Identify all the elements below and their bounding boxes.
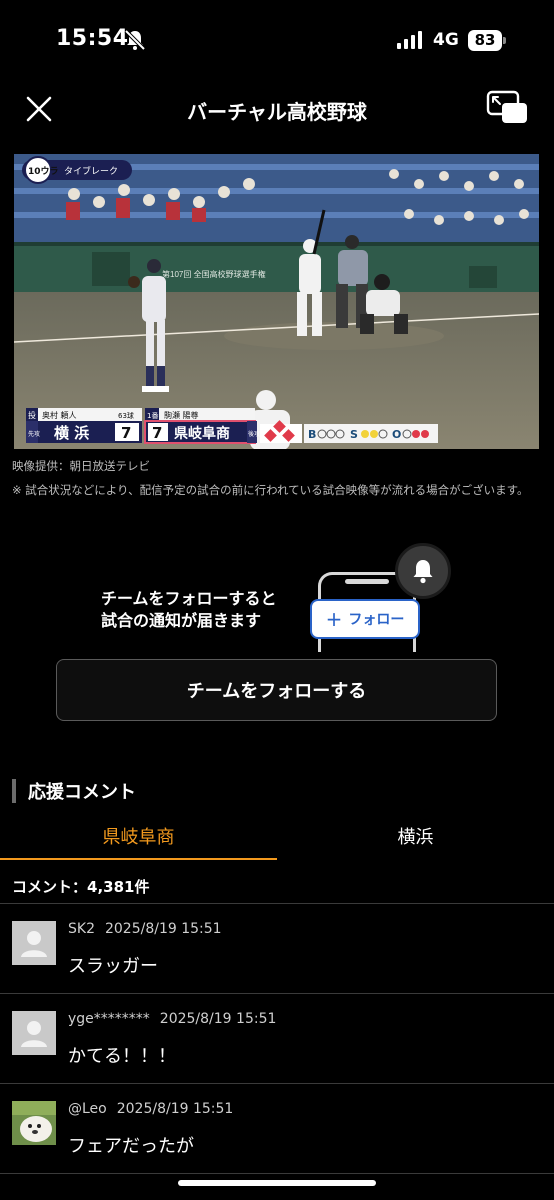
section-accent-bar: [12, 779, 16, 803]
follow-pill-label: フォロー: [348, 612, 405, 628]
out-label: O: [392, 428, 401, 441]
pitcher-tag: 投: [28, 410, 36, 420]
comment-item: @Leo 2025/8/19 15:51 フェアだったが: [0, 1084, 554, 1174]
battery-tip: [503, 37, 506, 44]
baseball-broadcast-frame: 第107回 全国高校野球選手権 10ウラ タイブレーク 投 奥村 頼人 63球 …: [14, 154, 539, 449]
default-avatar-icon: [12, 921, 56, 965]
comment-text: フェアだったが: [68, 1136, 194, 1157]
battery-icon: 83: [468, 30, 502, 51]
home-score: 7: [152, 424, 162, 442]
away-score: 7: [121, 424, 131, 442]
tiebreak-label: タイブレーク: [64, 165, 118, 177]
wall-banner-text: 第107回 全国高校野球選手権: [162, 269, 266, 279]
picture-in-picture-icon[interactable]: [485, 89, 529, 125]
comment-meta: yge******** 2025/8/19 15:51: [68, 1011, 276, 1027]
header: バーチャル高校野球: [0, 80, 554, 140]
strike-label: S: [350, 428, 358, 441]
batter-tag: 1番: [147, 412, 158, 420]
comments-section-header: 応援コメント: [12, 778, 136, 804]
notification-bell-badge: [395, 543, 451, 599]
comment-time: 2025/8/19 15:51: [104, 921, 222, 937]
pitch-count: 63球: [118, 411, 134, 420]
comment-meta: SK2 2025/8/19 15:51: [68, 921, 222, 937]
comment-user: @Leo: [68, 1101, 107, 1117]
home-tag: 後攻: [248, 430, 260, 438]
status-bar: 15:54 4G 83: [0, 0, 554, 80]
dog-photo-icon: [12, 1101, 56, 1145]
avatar: [12, 1011, 56, 1055]
away-tag: 先攻: [28, 430, 40, 438]
comment-text: かてる！！！: [68, 1046, 176, 1067]
bell-icon: [413, 560, 433, 584]
comment-text: スラッガー: [68, 956, 158, 977]
plus-icon: +: [325, 607, 343, 631]
comment-count: コメント：4,381件: [12, 878, 150, 896]
tab-home-team[interactable]: 県岐阜商: [0, 820, 277, 860]
comment-user: SK2: [68, 921, 95, 937]
comment-item: SK2 2025/8/19 15:51 スラッガー: [0, 904, 554, 994]
comment-item: yge******** 2025/8/19 15:51 かてる！！！: [0, 994, 554, 1084]
avatar: [12, 921, 56, 965]
follow-promo-line1: チームをフォローすると: [101, 589, 277, 608]
follow-pill-illustration: + フォロー: [310, 599, 420, 639]
video-note: ※ 試合状況などにより、配信予定の試合の前に行われている試合映像等が流れる場合が…: [12, 483, 529, 497]
page-title: バーチャル高校野球: [187, 100, 367, 124]
team-tabs: 県岐阜商 横浜: [0, 820, 554, 860]
follow-promo-text: チームをフォローすると 試合の通知が届きます: [101, 588, 277, 632]
inning-badge: 10ウラ タイブレーク: [22, 156, 132, 184]
comment-time: 2025/8/19 15:51: [116, 1101, 234, 1117]
default-avatar-icon: [12, 1011, 56, 1055]
tab-away-team[interactable]: 横浜: [277, 820, 554, 860]
comment-time: 2025/8/19 15:51: [159, 1011, 277, 1027]
avatar-photo: [12, 1101, 56, 1145]
follow-team-button[interactable]: チームをフォローする: [56, 659, 497, 721]
comments-section-title: 応援コメント: [28, 782, 136, 803]
home-team: 県岐阜商: [174, 425, 230, 442]
comment-user: yge********: [68, 1011, 150, 1027]
status-time: 15:54: [56, 26, 129, 51]
ball-label: B: [308, 428, 316, 441]
batter-name: 駒瀬 陽尊: [164, 410, 199, 420]
signal-icon: [397, 31, 422, 49]
home-indicator[interactable]: [178, 1180, 376, 1186]
video-player[interactable]: 第107回 全国高校野球選手権 10ウラ タイブレーク 投 奥村 頼人 63球 …: [14, 154, 539, 449]
video-credit: 映像提供：朝日放送テレビ: [12, 459, 150, 473]
follow-promo-line2: 試合の通知が届きます: [101, 611, 262, 630]
phone-notch: [345, 579, 389, 584]
bell-muted-icon: [124, 29, 146, 51]
network-type: 4G: [433, 30, 459, 50]
pitcher-name: 奥村 頼人: [42, 410, 77, 420]
away-team: 横 浜: [54, 424, 89, 442]
comment-meta: @Leo 2025/8/19 15:51: [68, 1101, 233, 1117]
inning-label: 10ウラ: [28, 166, 59, 177]
